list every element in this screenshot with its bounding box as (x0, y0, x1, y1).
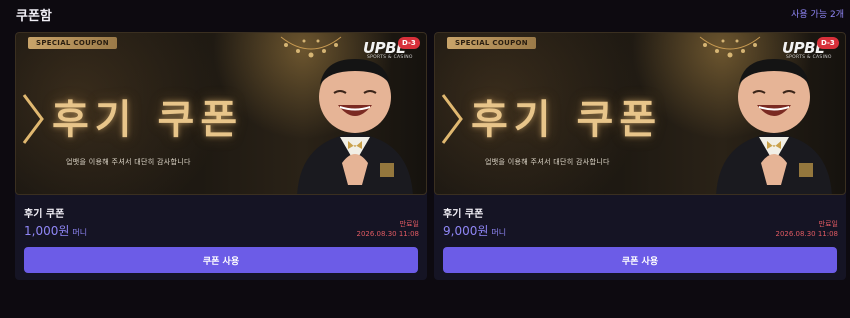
special-coupon-tag: SPECIAL COUPON (447, 37, 536, 49)
coupon-amount-value: 9,000원 (443, 224, 489, 238)
coupon-list: SPECIAL COUPON UPBE SPORTS & CASINO D-3 … (0, 32, 850, 282)
available-count: 사용 가능 2개 (791, 10, 844, 20)
banner-headline: 후기 쿠폰 (471, 97, 663, 143)
expiry-label: 만료일 (818, 220, 838, 228)
expiry-label: 만료일 (399, 220, 419, 228)
special-coupon-tag: SPECIAL COUPON (28, 37, 117, 49)
coupon-card: SPECIAL COUPON UPBE SPORTS & CASINO D-3 … (15, 32, 427, 280)
banner-subtext: 업뱃을 이용해 주셔서 대단히 감사합니다 (66, 158, 191, 166)
banner-subtext: 업뱃을 이용해 주셔서 대단히 감사합니다 (485, 158, 610, 166)
coupon-name: 후기 쿠폰 (24, 209, 65, 220)
coupon-currency: 머니 (491, 228, 507, 237)
coupon-banner: SPECIAL COUPON UPBE SPORTS & CASINO D-3 … (15, 32, 427, 195)
expiry-date: 2026.08.30 11:08 (356, 230, 419, 238)
expiry-date: 2026.08.30 11:08 (775, 230, 838, 238)
coupon-name: 후기 쿠폰 (443, 209, 484, 220)
coupon-banner: SPECIAL COUPON UPBE SPORTS & CASINO D-3 … (434, 32, 846, 195)
coupon-currency: 머니 (72, 228, 88, 237)
coupon-amount-value: 1,000원 (24, 224, 70, 238)
coupon-box-header: 쿠폰함 사용 가능 2개 (0, 0, 850, 26)
mascot-illustration (297, 59, 413, 194)
coupon-card: SPECIAL COUPON UPBE SPORTS & CASINO D-3 … (434, 32, 846, 280)
chevron-right-icon (22, 94, 44, 144)
coupon-amount: 1,000원 머니 (24, 222, 87, 239)
page-title: 쿠폰함 (16, 9, 52, 24)
chevron-right-icon (441, 94, 463, 144)
banner-headline: 후기 쿠폰 (52, 97, 244, 143)
coupon-amount: 9,000원 머니 (443, 222, 506, 239)
mascot-illustration (716, 59, 832, 194)
use-coupon-button[interactable]: 쿠폰 사용 (443, 247, 837, 273)
use-coupon-button[interactable]: 쿠폰 사용 (24, 247, 418, 273)
